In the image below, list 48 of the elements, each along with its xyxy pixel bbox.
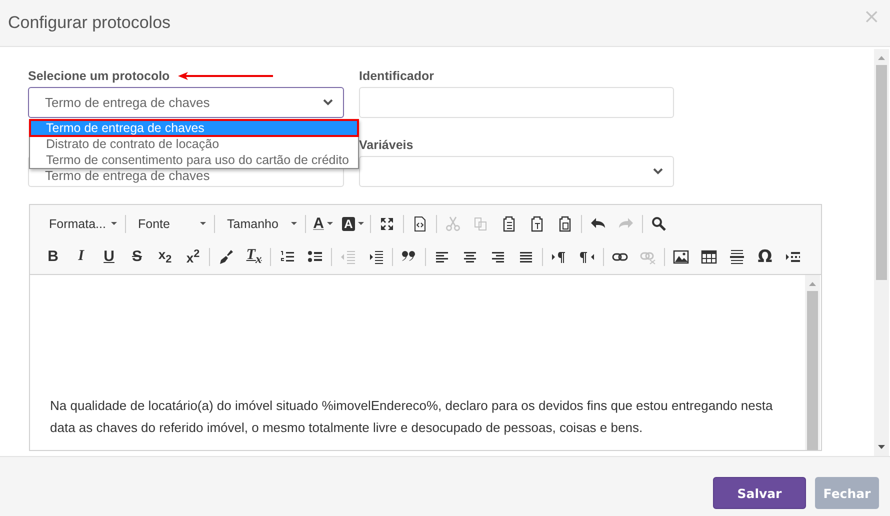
toolbar-button[interactable]: x$_{2}$ — [153, 244, 177, 268]
table-icon — [701, 248, 717, 264]
toolbar-button[interactable]: A — [310, 212, 336, 236]
scrollbar[interactable] — [805, 275, 820, 450]
field-label: Identificador — [359, 69, 434, 83]
clipboard-icon — [501, 216, 517, 232]
protocol-select[interactable]: Termo de entrega de chaves — [28, 87, 344, 118]
caret-icon — [291, 222, 297, 225]
toolbar-button[interactable]: S — [125, 244, 149, 268]
toolbar-button[interactable]: B — [41, 244, 65, 268]
scrollbar[interactable] — [874, 49, 889, 456]
brush-icon — [218, 248, 234, 264]
clipboard-icon — [529, 216, 545, 232]
toolbar-combo[interactable]: Formata... — [41, 212, 121, 236]
bullet-list-icon — [307, 248, 323, 264]
field-label: Variáveis — [359, 138, 414, 152]
lines-icon — [729, 248, 745, 264]
copy-icon — [473, 216, 489, 232]
numbered-list-icon — [279, 248, 295, 264]
toolbar-button[interactable]: I — [69, 244, 93, 268]
field-label: Selecione um protocolo — [28, 69, 170, 83]
image-icon — [673, 248, 689, 264]
dialog-title: Configurar protocolos — [8, 13, 171, 33]
indent-icon — [368, 248, 384, 264]
toolbar-combo[interactable]: Fonte — [130, 212, 210, 236]
caret-icon — [358, 222, 364, 225]
document-icon — [412, 216, 428, 232]
caret-icon — [326, 222, 333, 225]
editor-paragraph: Na qualidade de locatário(a) do imóvel situado %imovelEndereco%, declaro para os devidos fins que estou entregando nesta data as chaves do referido imóvel, o mesmo totalmente livre e desocupado de pessoas, coisas e bens. — [50, 397, 774, 437]
identifier-field[interactable] — [359, 87, 674, 118]
search-icon — [651, 216, 667, 232]
save-button[interactable]: Salvar — [713, 477, 806, 509]
clipboard-icon — [557, 216, 573, 232]
outdent-icon — [340, 248, 356, 264]
toolbar-combo[interactable]: Tamanho — [219, 212, 301, 236]
chevron-icon — [653, 168, 663, 175]
caret-icon — [111, 222, 117, 225]
caret-icon — [200, 222, 206, 225]
maximize-icon — [379, 216, 395, 232]
dropdown-option[interactable]: Distrato de contrato de locação — [30, 136, 358, 152]
scissors-icon — [445, 216, 461, 232]
toolbar-button[interactable]: Ω — [753, 244, 777, 268]
toolbar-button[interactable]: x$^{2}$ — [181, 244, 205, 268]
scroll-down-icon[interactable] — [877, 443, 886, 451]
toolbar-button[interactable]: U — [97, 244, 121, 268]
toolbar-button[interactable]: A — [340, 212, 366, 236]
chevron-icon — [323, 99, 333, 106]
toolbar-button[interactable]: T$_{x}$ — [242, 244, 266, 268]
